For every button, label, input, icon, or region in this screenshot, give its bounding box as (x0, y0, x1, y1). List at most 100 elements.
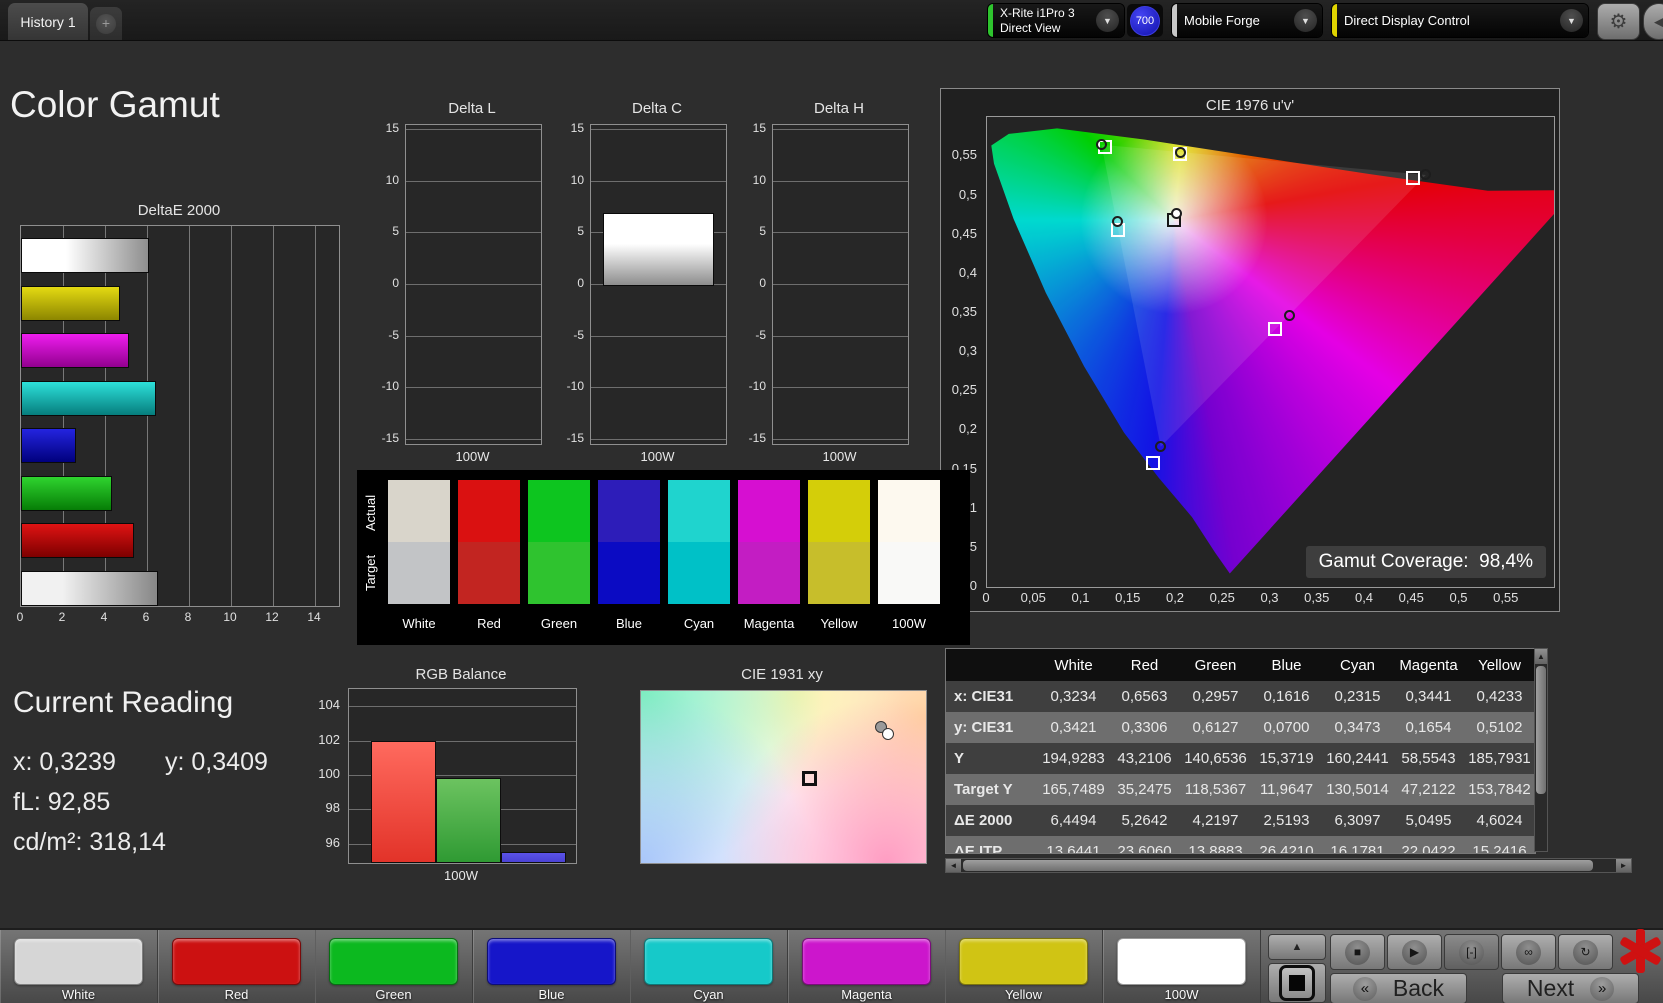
table-cell: 6,4494 (1050, 812, 1097, 829)
pattern-button-cyan[interactable]: Cyan (630, 930, 788, 1003)
current-reading-x: x: 0,3239 (13, 748, 116, 776)
scroll-left-icon[interactable]: ◄ (946, 859, 961, 872)
source-selector[interactable]: Mobile Forge ▼ (1172, 4, 1322, 37)
table-cell: 160,2441 (1326, 750, 1389, 767)
deltae-x-tick: 14 (307, 610, 321, 624)
table-cell: 0,0700 (1263, 719, 1310, 736)
cie1976-y-tick: 0,55 (951, 147, 977, 163)
table-cell: 0,5102 (1476, 719, 1523, 736)
white-target-marker (802, 771, 817, 786)
rgb-balance-x-label: 100W (444, 868, 478, 883)
chevron-down-icon: ▼ (1096, 9, 1119, 32)
delta-y-tick: -10 (748, 379, 766, 394)
tab-history-1[interactable]: History 1 (8, 3, 88, 40)
table-cell: 15,2416 (1472, 843, 1527, 854)
pattern-swatch (14, 938, 143, 985)
table-cell: 0,3441 (1405, 688, 1452, 705)
table-cell: 47,2122 (1401, 781, 1456, 798)
pattern-button-red[interactable]: Red (158, 930, 316, 1003)
step-button[interactable]: [-] (1444, 934, 1499, 970)
pattern-button-100w[interactable]: 100W (1103, 930, 1261, 1003)
swatch-label: Blue (615, 616, 643, 631)
cie1976-y-tick: 0,45 (951, 225, 977, 241)
column-header: White (1054, 656, 1093, 674)
color-gamut-page: History 1 + X-Rite i1Pro 3 Direct View ▼ … (0, 0, 1663, 1003)
swatch-label: Magenta (743, 616, 795, 631)
target-swatch (738, 542, 800, 604)
deltae-bar-white (21, 570, 159, 606)
next-button[interactable]: Next » (1502, 973, 1639, 1003)
pattern-swatch (644, 938, 773, 985)
target-luminance-badge[interactable]: 700 (1127, 4, 1163, 37)
gridline (591, 439, 726, 441)
table-cell: 185,7931 (1468, 750, 1531, 767)
settings-button[interactable]: ⚙ (1597, 3, 1640, 40)
deltae-bar-blue (21, 428, 76, 463)
table-cell: 0,2315 (1334, 688, 1381, 705)
pattern-up-button[interactable]: ▲ (1268, 934, 1326, 960)
gridline (773, 439, 908, 441)
rgb-bar-red (371, 740, 436, 863)
meter-selector[interactable]: X-Rite i1Pro 3 Direct View ▼ (988, 4, 1124, 37)
display-control-selector[interactable]: Direct Display Control ▼ (1332, 4, 1588, 37)
table-cell: 0,6563 (1121, 688, 1168, 705)
table-cell: 0,1654 (1405, 719, 1452, 736)
current-reading-fl: fL: 92,85 (13, 788, 111, 816)
measurement-table: White Red Green Blue Cyan Magenta Yellow x: CIE… (945, 648, 1536, 854)
collapse-left-icon: ◀ (1654, 13, 1663, 29)
continuous-button[interactable]: ∞ (1501, 934, 1556, 970)
delta-y-tick: -5 (388, 327, 399, 342)
table-cell: 26,4210 (1259, 843, 1314, 854)
table-vertical-scrollbar[interactable]: ▲ (1534, 648, 1548, 852)
table-cell: 165,7489 (1042, 781, 1105, 798)
delta-y-tick: -15 (381, 431, 399, 446)
delta-y-tick: 0 (392, 276, 399, 290)
pattern-button-white[interactable]: White (0, 930, 158, 1003)
delta-y-tick: 15 (385, 120, 399, 135)
pattern-button-blue[interactable]: Blue (473, 930, 631, 1003)
stop-button[interactable]: ■ (1330, 934, 1385, 970)
continuous-icon: ∞ (1516, 939, 1541, 965)
measuring-indicator-icon (1618, 929, 1662, 973)
table-cell: 35,2475 (1117, 781, 1172, 798)
pattern-button-green[interactable]: Green (315, 930, 473, 1003)
table-row: Y 194,9283 43,2106 140,6536 15,3719 160,2441 5… (946, 743, 1535, 774)
pattern-button-yellow[interactable]: Yellow (945, 930, 1103, 1003)
horizontal-scroll-thumb[interactable] (963, 860, 1593, 871)
play-button[interactable]: ▶ (1387, 934, 1442, 970)
scroll-right-icon[interactable]: ► (1616, 859, 1631, 872)
cie1976-y-tick: 0,3 (958, 343, 977, 359)
scroll-up-icon[interactable]: ▲ (1535, 649, 1547, 664)
swatch-label: Cyan (683, 616, 715, 631)
deltae-x-tick: 0 (16, 610, 24, 624)
back-button[interactable]: « Back (1330, 973, 1467, 1003)
delta-y-tick: 5 (577, 224, 584, 239)
cie-1976-plot: Gamut Coverage: 98,4% (986, 116, 1555, 588)
cie1976-y-tick: 0,5 (958, 186, 977, 202)
gridline (406, 284, 541, 285)
pattern-window-button[interactable] (1268, 963, 1326, 1003)
back-label: Back (1392, 975, 1445, 1001)
rgb-bar-blue (501, 851, 566, 863)
deltae-bar-magenta (21, 333, 130, 368)
pattern-button-magenta[interactable]: Magenta (788, 930, 946, 1003)
pattern-swatch (172, 938, 301, 985)
refresh-button[interactable]: ↻ (1558, 934, 1613, 970)
table-cell: 0,3234 (1050, 688, 1097, 705)
pattern-label: White (61, 987, 96, 1002)
vertical-scroll-thumb[interactable] (1536, 666, 1546, 794)
table-row: x: CIE31 0,3234 0,6563 0,2957 0,1616 0,2315 0,… (946, 681, 1535, 712)
deltae-x-tick: 2 (58, 610, 66, 624)
gear-icon: ⚙ (1609, 11, 1628, 33)
table-horizontal-scrollbar[interactable]: ◄ ► (945, 858, 1632, 873)
collapse-panel-button[interactable]: ◀ (1643, 3, 1663, 40)
gridline (773, 335, 908, 337)
pattern-swatch (1117, 938, 1246, 985)
add-tab-button[interactable]: + (90, 7, 122, 40)
delta-h-title: Delta H (813, 100, 865, 117)
actual-swatch (738, 480, 800, 542)
target-luminance-value: 700 (1130, 5, 1160, 36)
gridline (773, 284, 908, 285)
compare-swatch-green: Green (528, 480, 590, 631)
red-target-marker (1405, 170, 1420, 185)
